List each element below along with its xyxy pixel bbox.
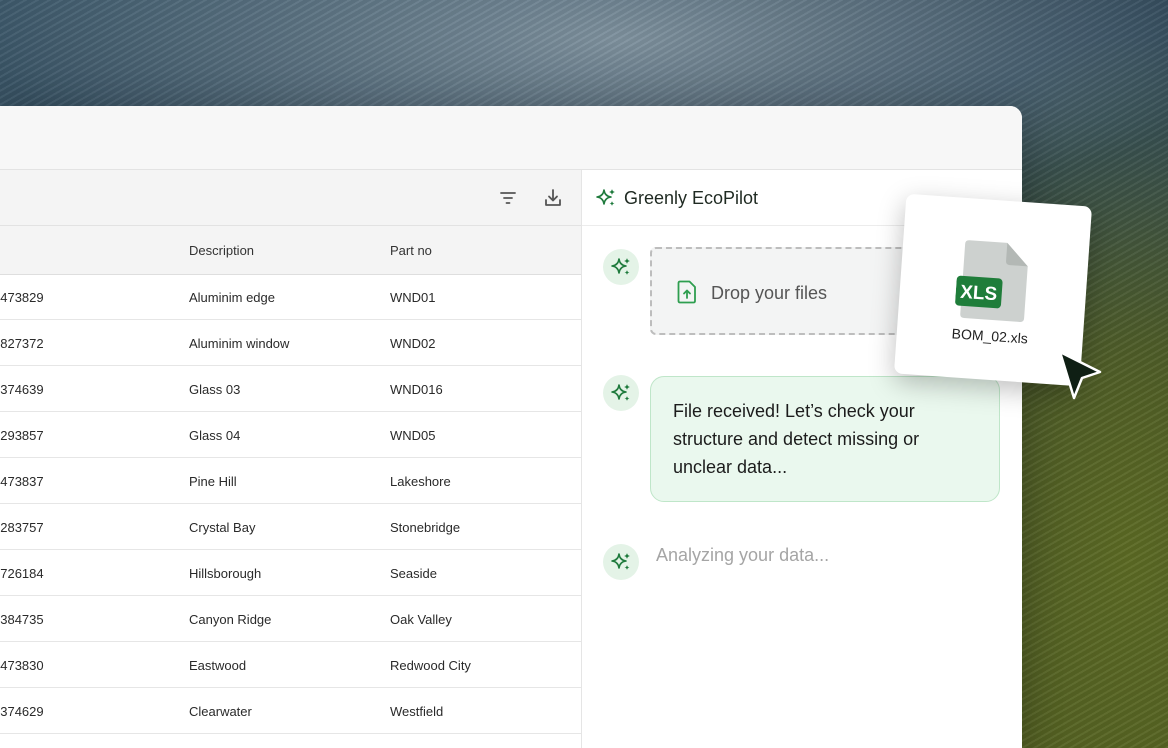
cell-description: Glass 03 [189,382,241,397]
table-row[interactable]: 9384735 Canyon Ridge Oak Valley [0,596,581,642]
analyzing-status: Analyzing your data... [656,545,830,565]
cell-part-no: WND05 [390,428,436,443]
dropzone-label: Drop your files [711,283,828,303]
cell-description: Aluminim window [189,336,290,351]
column-header-description[interactable]: Description [189,243,254,258]
table-body: 6473829 Aluminim edge WND01 1827372 Alum… [0,274,581,734]
assistant-message-text: File received! Let’s check your structur… [673,401,920,477]
cell-id: 9293857 [0,428,44,443]
cell-id: 3374629 [0,704,44,719]
cell-id: 3374639 [0,382,44,397]
cell-description: Glass 04 [189,428,241,443]
cell-part-no: Stonebridge [390,520,461,535]
cell-description: Crystal Bay [189,520,256,535]
table-row[interactable]: 3374629 Clearwater Westfield [0,688,581,734]
table-row[interactable]: 6473830 Eastwood Redwood City [0,642,581,688]
table-row[interactable]: 9293857 Glass 04 WND05 [0,412,581,458]
cell-id: 9283757 [0,520,44,535]
file-dropzone[interactable]: Drop your files [650,247,920,335]
cell-description: Aluminim edge [189,290,275,305]
cell-id: 3726184 [0,566,44,581]
app-window: Description Part no 6473829 Aluminim edg… [0,106,1022,748]
cell-part-no: Redwood City [390,658,471,673]
window-titlebar [0,106,1022,170]
table-header: Description Part no [0,226,581,275]
cell-description: Eastwood [189,658,247,673]
cell-description: Hillsborough [189,566,262,581]
sparkle-icon [611,258,630,275]
assistant-avatar [603,249,639,285]
mouse-cursor-icon [1056,348,1104,407]
chat-title: Greenly EcoPilot [624,188,759,208]
cell-description: Clearwater [189,704,252,719]
column-header-part-no[interactable]: Part no [390,243,432,258]
assistant-message-bubble: File received! Let’s check your structur… [650,376,1000,502]
cell-id: 6473830 [0,658,44,673]
table-row[interactable]: 6473829 Aluminim edge WND01 [0,274,581,320]
table-pane: Description Part no 6473829 Aluminim edg… [0,170,582,748]
table-row[interactable]: 6473837 Pine Hill Lakeshore [0,458,581,504]
cell-part-no: WND01 [390,290,436,305]
xls-file-icon: XLS [954,238,1032,330]
file-upload-icon [677,280,697,309]
sparkle-icon [595,187,617,209]
cell-id: 6473837 [0,474,44,489]
cell-part-no: WND016 [390,382,443,397]
cell-part-no: Oak Valley [390,612,452,627]
table-row[interactable]: 3726184 Hillsborough Seaside [0,550,581,596]
cell-part-no: Lakeshore [390,474,451,489]
table-row[interactable]: 1827372 Aluminim window WND02 [0,320,581,366]
cell-description: Pine Hill [189,474,237,489]
assistant-avatar [603,544,639,580]
cell-description: Canyon Ridge [189,612,272,627]
cell-id: 1827372 [0,336,44,351]
cell-part-no: Seaside [390,566,437,581]
cell-part-no: WND02 [390,336,436,351]
cell-id: 9384735 [0,612,44,627]
table-row[interactable]: 3374639 Glass 03 WND016 [0,366,581,412]
assistant-avatar [603,375,639,411]
table-toolbar [0,170,581,226]
xls-badge-text: XLS [960,282,998,306]
filter-icon[interactable] [497,187,519,209]
sparkle-icon [611,384,630,401]
sparkle-icon [611,553,630,570]
cell-id: 6473829 [0,290,44,305]
table-row[interactable]: 9283757 Crystal Bay Stonebridge [0,504,581,550]
cell-part-no: Westfield [390,704,444,719]
download-icon[interactable] [542,187,564,209]
